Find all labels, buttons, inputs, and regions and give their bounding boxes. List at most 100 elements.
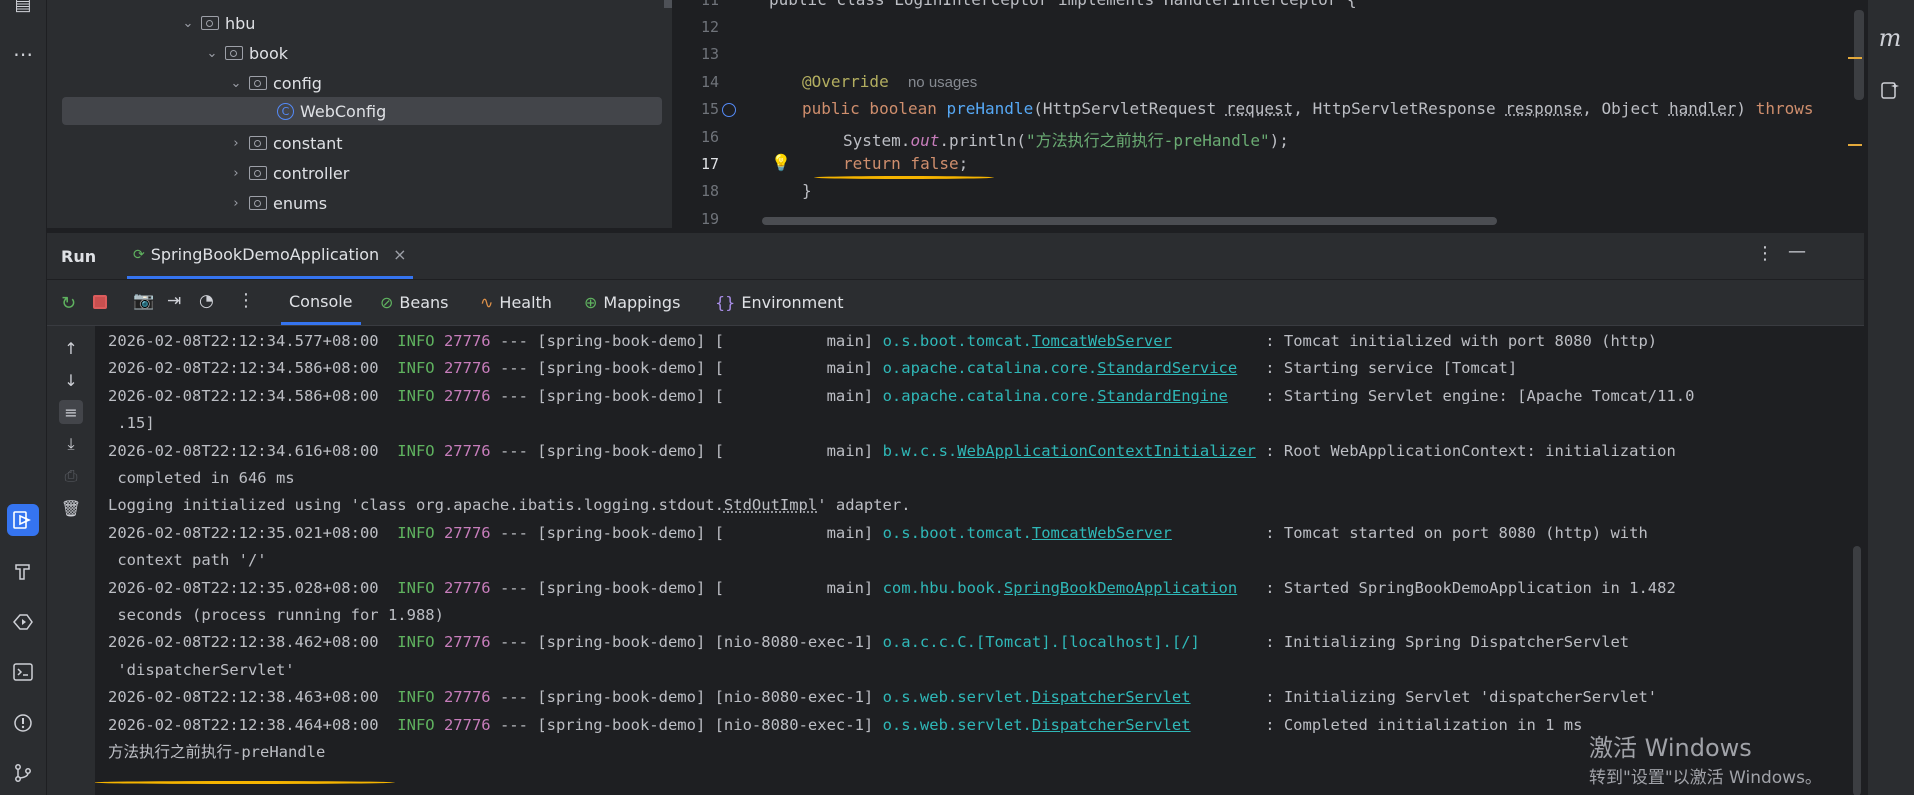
log-timestamp: 2026-02-08T22:12:35.021+08:00 [108, 523, 379, 542]
print-icon[interactable]: ⎙ [59, 464, 83, 488]
run-config-tab[interactable]: ⟳ SpringBookDemoApplication × [127, 233, 413, 279]
structure-icon[interactable]: ▤ [7, 0, 39, 20]
tree-item-label: hbu [225, 13, 256, 33]
terminal-icon[interactable] [7, 656, 39, 688]
scroll-up-icon[interactable]: ↑ [59, 336, 83, 360]
code-editor[interactable]: 11 12 13 14 15 16 17 18 19 💡 public clas… [679, 0, 1864, 228]
tab-beans[interactable]: ⊘ Beans [380, 280, 449, 325]
maven-icon[interactable]: m [1874, 22, 1906, 54]
tree-item-book[interactable]: ⌄ book [203, 40, 288, 66]
log-plain-text: Logging initialized using 'class org.apa… [108, 496, 724, 515]
log-timestamp: 2026-02-08T22:12:34.586+08:00 [108, 359, 379, 378]
line-number: 18 [700, 182, 719, 200]
log-logger-link[interactable]: o.s.boot.tomcat.TomcatWebServer [883, 332, 1172, 350]
usages-hint[interactable]: no usages [908, 74, 977, 91]
more-options-icon[interactable]: ⋮ [1756, 243, 1774, 264]
package-folder-icon [249, 166, 267, 180]
logger-class: StandardService [1097, 359, 1238, 378]
tree-item-label: enums [273, 193, 328, 213]
tree-item-enums[interactable]: › enums [227, 190, 327, 216]
log-logger-link[interactable]: o.s.web.servlet.DispatcherServlet [883, 716, 1191, 734]
log-thread: --- [spring-book-demo] [ main] [490, 359, 883, 378]
git-icon[interactable] [7, 757, 39, 789]
log-line: 2026-02-08T22:12:38.464+08:00 INFO 27776… [108, 712, 1582, 739]
tab-label: Console [289, 291, 353, 311]
code-line-18: } [802, 181, 812, 200]
tree-item-label: constant [273, 133, 343, 153]
log-logger-link[interactable]: o.s.boot.tomcat.TomcatWebServer [883, 524, 1172, 542]
log-timestamp: 2026-02-08T22:12:38.464+08:00 [108, 715, 379, 734]
scroll-down-icon[interactable]: ↓ [59, 368, 83, 392]
stop-icon[interactable] [93, 295, 107, 309]
services-icon[interactable] [7, 606, 39, 638]
exit-icon[interactable]: ⇥ [167, 291, 181, 311]
log-thread: --- [spring-book-demo] [nio-8080-exec-1] [490, 715, 883, 734]
logger-class: TomcatWebServer [1031, 332, 1172, 350]
log-pid: 27776 [443, 633, 491, 652]
health-icon: ∿ [480, 293, 494, 312]
log-timestamp: 2026-02-08T22:12:34.616+08:00 [108, 441, 379, 460]
tab-console[interactable]: Console [281, 280, 361, 325]
rerun-icon[interactable]: ↻ [61, 293, 76, 314]
log-message: : Completed initialization in 1 ms [1265, 715, 1583, 734]
log-logger-link[interactable]: com.hbu.book.SpringBookDemoApplication [883, 579, 1238, 597]
log-line: 2026-02-08T22:12:38.462+08:00 INFO 27776… [108, 629, 1629, 656]
line-number: 11 [700, 0, 719, 9]
build-icon[interactable] [7, 555, 39, 587]
tab-environment[interactable]: {} Environment [715, 280, 844, 325]
soft-wrap-icon[interactable]: ≡ [59, 400, 83, 424]
tree-item-hbu[interactable]: ⌄ hbu [179, 10, 256, 36]
editor-vertical-scrollbar[interactable] [1854, 10, 1864, 100]
log-line: 2026-02-08T22:12:38.463+08:00 INFO 27776… [108, 684, 1657, 711]
log-logger-link[interactable]: o.a.c.c.C.[Tomcat].[localhost].[/] [883, 633, 1200, 651]
log-timestamp: 2026-02-08T22:12:35.028+08:00 [108, 578, 379, 597]
log-line-continuation: .15] [108, 410, 154, 437]
minimize-icon[interactable]: — [1788, 241, 1806, 262]
more-icon[interactable]: ⋯ [7, 38, 39, 70]
close-icon[interactable]: × [393, 245, 406, 264]
left-tool-strip: ▤ ⋯ [0, 0, 47, 795]
log-pid: 27776 [443, 332, 491, 350]
right-tool-strip: m [1867, 0, 1914, 795]
ai-assistant-icon[interactable] [1874, 74, 1906, 106]
package-folder-icon [249, 136, 267, 150]
lightbulb-icon[interactable]: 💡 [771, 153, 791, 172]
log-logger-link[interactable]: o.s.web.servlet.DispatcherServlet [883, 688, 1191, 706]
profiler-icon[interactable]: ◔ [199, 291, 214, 311]
scroll-to-end-icon[interactable]: ⤓ [59, 432, 83, 456]
log-line-continuation: 'dispatcherServlet' [108, 657, 294, 684]
more-actions-icon[interactable]: ⋮ [237, 290, 255, 311]
run-config-tab-label: SpringBookDemoApplication [150, 245, 380, 264]
tree-item-webconfig[interactable]: C WebConfig [62, 97, 662, 125]
log-logger-link[interactable]: b.w.c.s.WebApplicationContextInitializer [883, 442, 1256, 460]
console-scrollbar[interactable] [1853, 546, 1861, 795]
tree-item-label: WebConfig [300, 101, 387, 121]
log-padding [1172, 524, 1265, 542]
logger-prefix: o.s.web.servlet. [882, 688, 1032, 707]
log-plain-text: ' adapter. [817, 496, 911, 515]
log-logger-link[interactable]: o.apache.catalina.core.StandardEngine [883, 387, 1228, 405]
log-timestamp: 2026-02-08T22:12:34.586+08:00 [108, 386, 379, 405]
clear-all-icon[interactable]: 🗑 [59, 496, 83, 520]
chevron-down-icon: ⌄ [230, 75, 242, 91]
log-link: StdOutImpl [723, 496, 818, 515]
problems-icon[interactable] [7, 707, 39, 739]
log-level: INFO [397, 523, 435, 542]
tree-item-constant[interactable]: › constant [227, 130, 343, 156]
tree-scrollbar[interactable] [664, 0, 672, 8]
camera-icon[interactable]: 📷 [133, 291, 154, 311]
tree-item-controller[interactable]: › controller [227, 160, 349, 186]
log-pid: 27776 [443, 386, 491, 405]
console-output[interactable]: 2026-02-08T22:12:34.577+08:00 INFO 27776… [95, 326, 1863, 795]
log-line: 2026-02-08T22:12:34.577+08:00 INFO 27776… [108, 328, 1657, 355]
tab-health[interactable]: ∿ Health [480, 280, 552, 325]
package-folder-icon [249, 76, 267, 90]
run-icon[interactable] [7, 504, 39, 536]
editor-horizontal-scrollbar[interactable] [762, 217, 1497, 225]
tree-item-config[interactable]: ⌄ config [227, 70, 322, 96]
tab-label: Environment [741, 293, 844, 312]
log-logger-link[interactable]: o.apache.catalina.core.StandardService [883, 359, 1238, 377]
logger-class: DispatcherServlet [1031, 688, 1191, 707]
override-gutter-icon[interactable] [722, 103, 736, 117]
tab-mappings[interactable]: ⊕ Mappings [584, 280, 680, 325]
